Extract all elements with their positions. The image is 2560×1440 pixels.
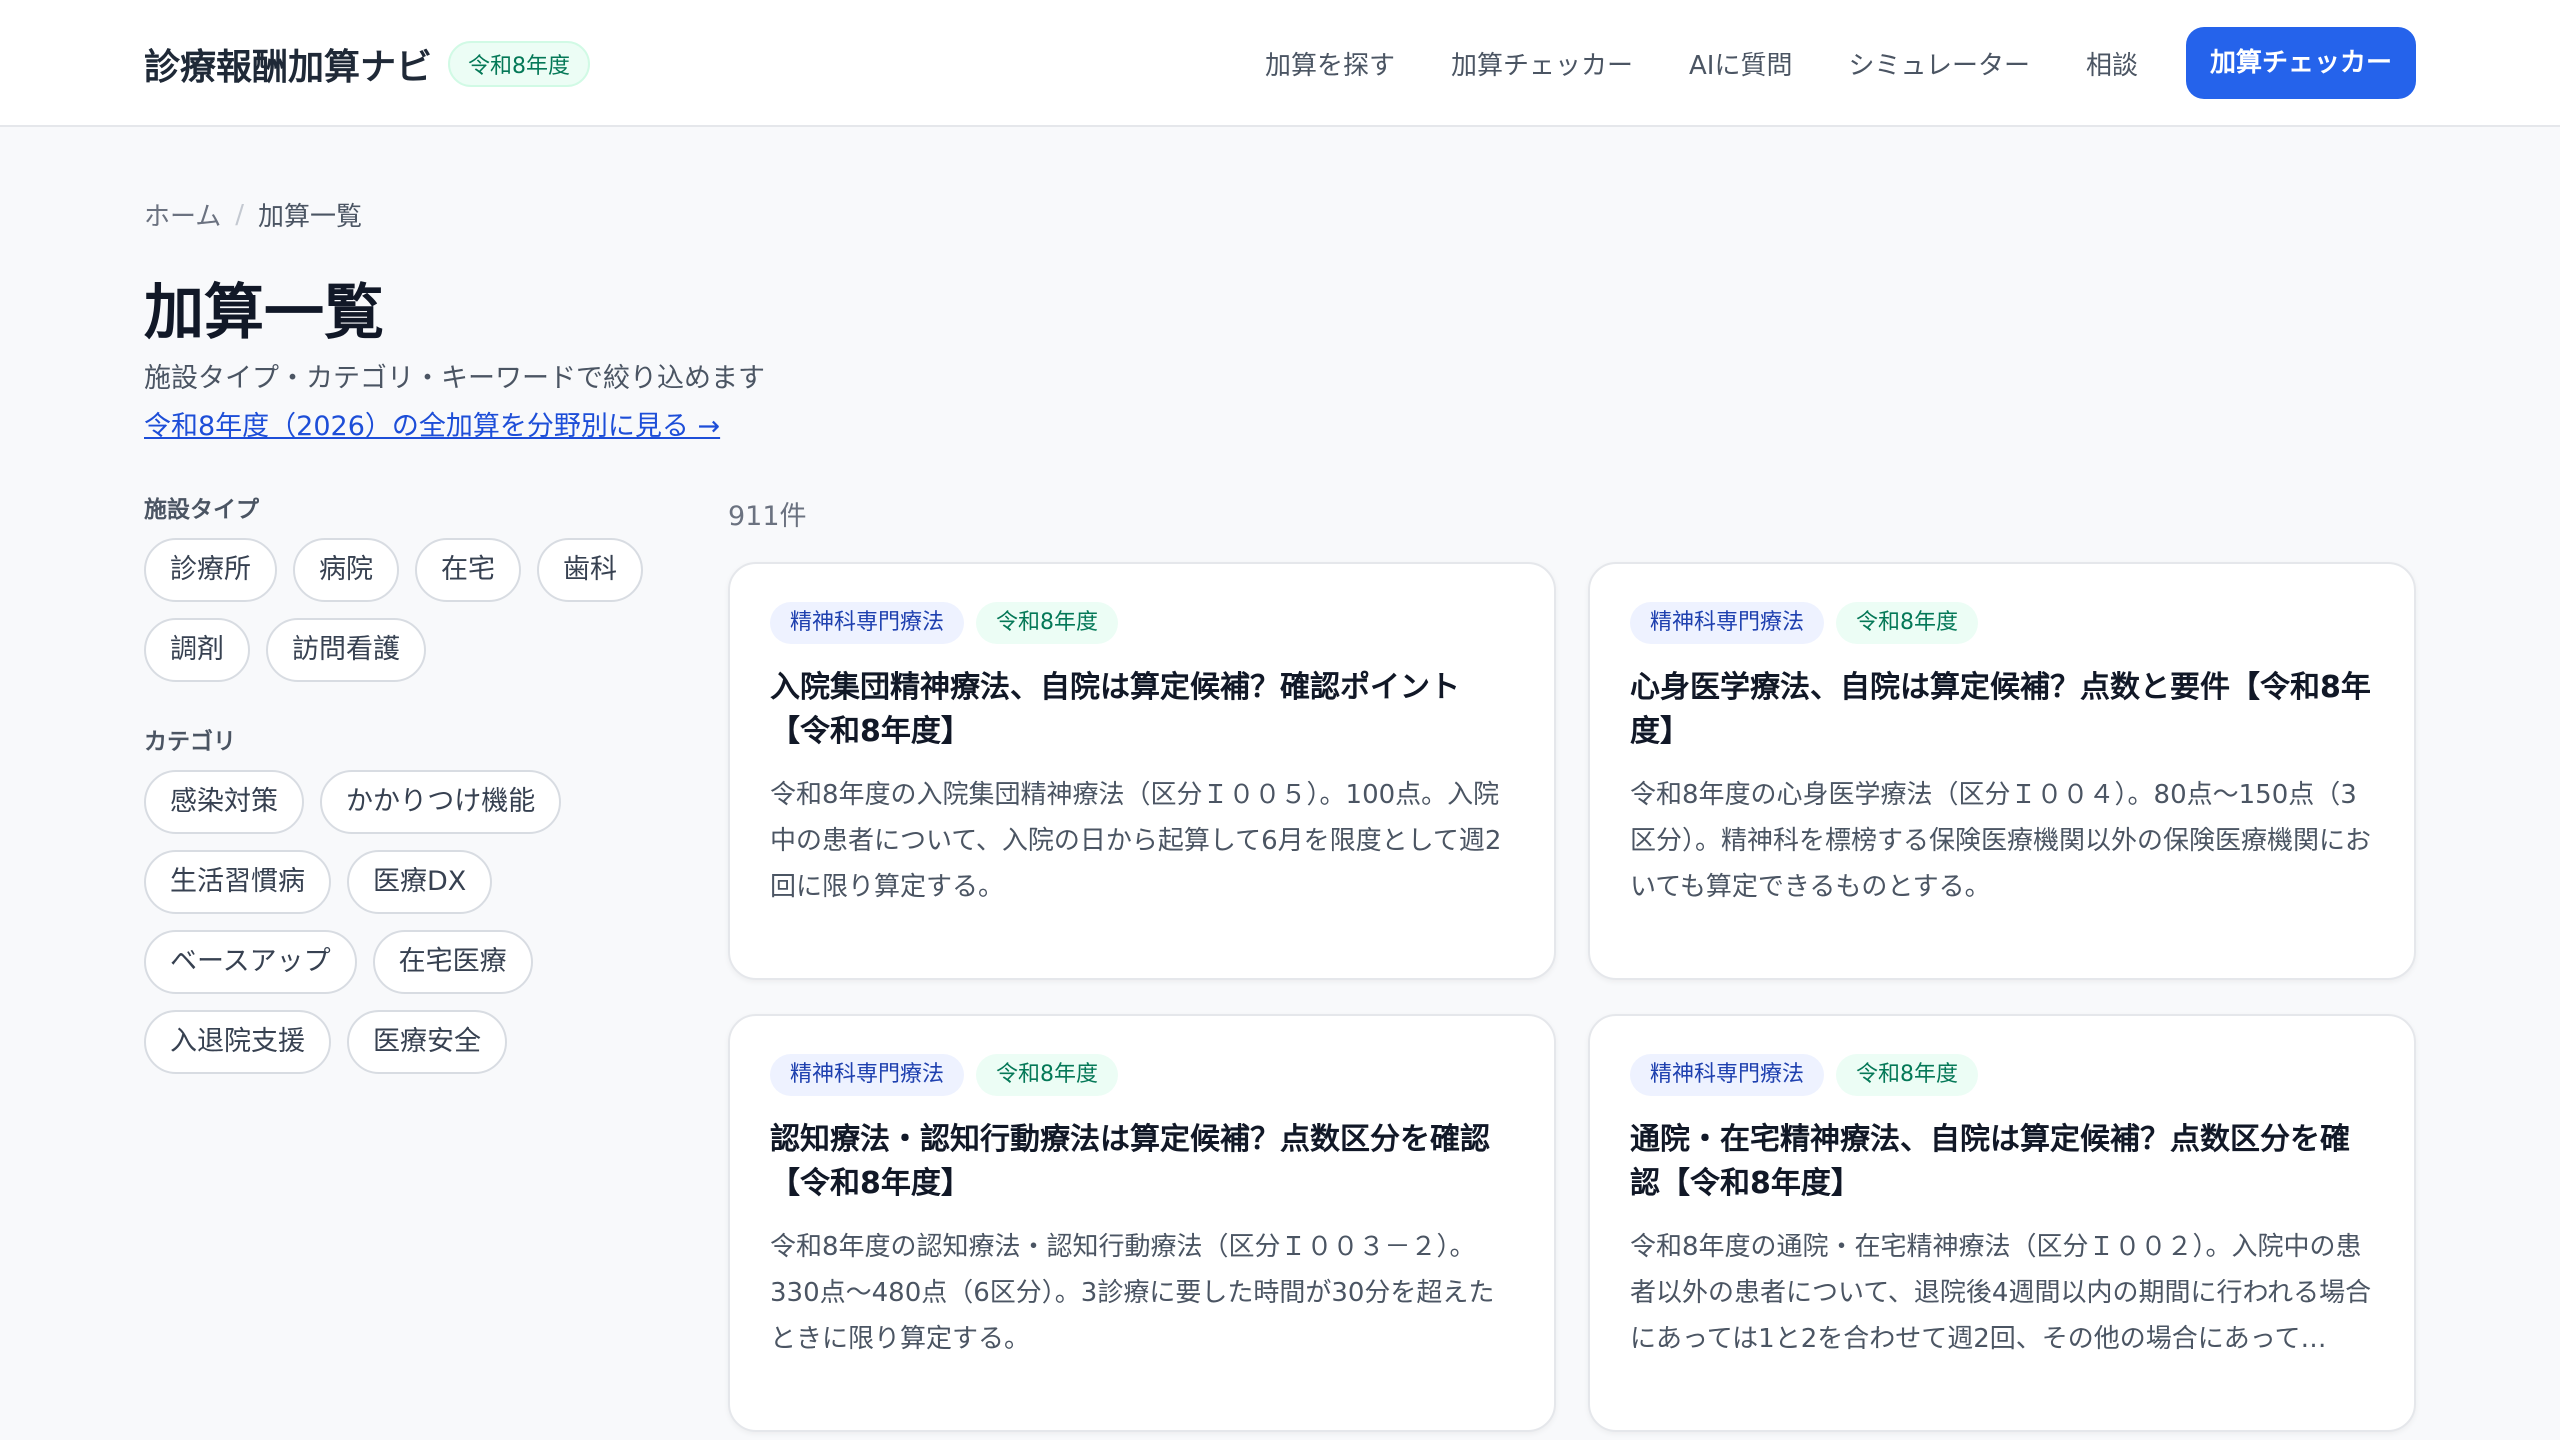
top-header: 診療報酬加算ナビ 令和8年度 加算を探す 加算チェッカー AIに質問 シミュレー… (0, 0, 2560, 127)
category-tag: 精神科専門療法 (1630, 602, 1825, 644)
result-card[interactable]: 精神科専門療法 令和8年度 入院集団精神療法、自院は算定候補？確認ポイント【令和… (728, 562, 1556, 980)
facility-filter-chips: 診療所 病院 在宅 歯科 調剤 訪問看護 (144, 538, 684, 682)
result-card[interactable]: 精神科専門療法 令和8年度 通院・在宅精神療法、自院は算定候補？点数区分を確認【… (1588, 1014, 2416, 1432)
category-chip-infection-control[interactable]: 感染対策 (144, 770, 304, 834)
card-tags: 精神科専門療法 令和8年度 (770, 1054, 1514, 1096)
category-chip-medical-safety[interactable]: 医療安全 (347, 1010, 507, 1074)
category-tag: 精神科専門療法 (770, 602, 965, 644)
brand-name[interactable]: 診療報酬加算ナビ (144, 38, 432, 90)
facility-chip-home-nursing[interactable]: 訪問看護 (266, 618, 426, 682)
category-chip-base-up[interactable]: ベースアップ (144, 930, 357, 994)
year-tag: 令和8年度 (976, 1054, 1119, 1096)
category-chip-medical-dx[interactable]: 医療DX (347, 850, 493, 914)
result-card[interactable]: 精神科専門療法 令和8年度 認知療法・認知行動療法は算定候補？点数区分を確認【令… (728, 1014, 1556, 1432)
checker-cta-button[interactable]: 加算チェッカー (2185, 27, 2416, 99)
category-filter-label: カテゴリ (144, 729, 236, 755)
page-title: 加算一覧 (144, 278, 384, 348)
breadcrumb-separator: / (235, 199, 244, 230)
year-tag: 令和8年度 (976, 602, 1119, 644)
card-title[interactable]: 認知療法・認知行動療法は算定候補？点数区分を確認【令和8年度】 (770, 1118, 1514, 1206)
breadcrumb-current: 加算一覧 (258, 202, 363, 232)
main-nav: 加算を探す 加算チェッカー AIに質問 シミュレーター 相談 加算チェッカー (1209, 27, 2416, 99)
facility-chip-home[interactable]: 在宅 (415, 538, 521, 602)
category-tag: 精神科専門療法 (1630, 1054, 1825, 1096)
nav-item-simulator[interactable]: シミュレーター (1848, 45, 2029, 82)
year-overview-link[interactable]: 令和8年度（2026）の全加算を分野別に見る → (144, 404, 720, 443)
year-tag: 令和8年度 (1836, 1054, 1979, 1096)
card-description: 令和8年度の心身医学療法（区分Ｉ００４）。80点〜150点（3区分）。精神科を標… (1630, 780, 2372, 902)
card-description: 令和8年度の通院・在宅精神療法（区分Ｉ００２）。入院中の患者以外の患者について、… (1630, 1232, 2372, 1354)
nav-item-ai-question[interactable]: AIに質問 (1689, 45, 1792, 82)
category-tag: 精神科専門療法 (770, 1054, 965, 1096)
nav-item-consult[interactable]: 相談 (2086, 45, 2138, 82)
category-chip-admission-discharge[interactable]: 入退院支援 (144, 1010, 331, 1074)
facility-filter-label: 施設タイプ (144, 497, 259, 523)
card-title[interactable]: 入院集団精神療法、自院は算定候補？確認ポイント【令和8年度】 (770, 666, 1514, 754)
card-tags: 精神科専門療法 令和8年度 (1630, 1054, 2374, 1096)
result-card[interactable]: 精神科専門療法 令和8年度 心身医学療法、自院は算定候補？点数と要件【令和8年度… (1588, 562, 2416, 980)
card-title[interactable]: 心身医学療法、自院は算定候補？点数と要件【令和8年度】 (1630, 666, 2374, 754)
nav-item-checker[interactable]: 加算チェッカー (1451, 45, 1633, 82)
breadcrumb-home[interactable]: ホーム (144, 196, 221, 233)
brand[interactable]: 診療報酬加算ナビ 令和8年度 (144, 38, 591, 90)
card-description: 令和8年度の入院集団精神療法（区分Ｉ００５）。100点。入院中の患者について、入… (770, 780, 1502, 902)
brand-year-badge: 令和8年度 (448, 41, 591, 87)
breadcrumb: ホーム / 加算一覧 (144, 196, 362, 233)
category-filter-chips: 感染対策 かかりつけ機能 生活習慣病 医療DX ベースアップ 在宅医療 入退院支… (144, 770, 684, 1074)
category-chip-lifestyle-disease[interactable]: 生活習慣病 (144, 850, 331, 914)
facility-chip-pharmacy[interactable]: 調剤 (144, 618, 250, 682)
facility-chip-clinic[interactable]: 診療所 (144, 538, 277, 602)
nav-item-search[interactable]: 加算を探す (1265, 45, 1395, 82)
category-chip-family-doctor[interactable]: かかりつけ機能 (320, 770, 562, 834)
year-tag: 令和8年度 (1836, 602, 1979, 644)
card-tags: 精神科専門療法 令和8年度 (1630, 602, 2374, 644)
card-title[interactable]: 通院・在宅精神療法、自院は算定候補？点数区分を確認【令和8年度】 (1630, 1118, 2374, 1206)
card-tags: 精神科専門療法 令和8年度 (770, 602, 1514, 644)
result-count: 911件 (728, 501, 807, 532)
page-subtitle: 施設タイプ・カテゴリ・キーワードで絞り込めます (144, 363, 765, 394)
facility-chip-dental[interactable]: 歯科 (537, 538, 643, 602)
facility-chip-hospital[interactable]: 病院 (293, 538, 399, 602)
card-description: 令和8年度の認知療法・認知行動療法（区分Ｉ００３－２）。330点〜480点（6区… (770, 1232, 1495, 1354)
category-chip-home-care[interactable]: 在宅医療 (372, 930, 533, 994)
